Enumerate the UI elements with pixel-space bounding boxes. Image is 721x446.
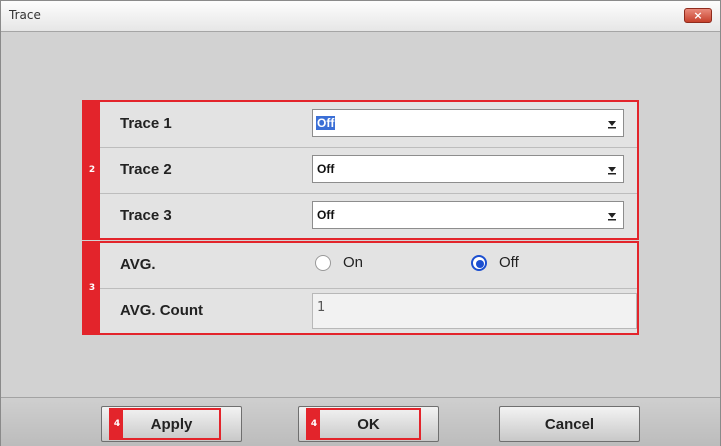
dialog-content: 2 Trace 1 Off Trace 2 Off Trace 3 Off 3 …	[1, 32, 720, 397]
cancel-label: Cancel	[544, 416, 595, 433]
trace-1-dropdown[interactable]: Off	[312, 109, 624, 137]
trace-3-label: Trace 3	[120, 207, 172, 224]
avg-row: AVG. On Off	[100, 243, 637, 289]
cancel-button[interactable]: Cancel	[499, 406, 640, 442]
group-marker-3: 3	[84, 243, 100, 333]
apply-label: Apply	[150, 416, 193, 433]
avg-off-label: Off	[499, 254, 519, 271]
radio-on[interactable]	[315, 254, 331, 271]
trace-3-value: Off	[317, 208, 335, 222]
chevron-down-icon	[608, 167, 616, 175]
trace-2-row: Trace 2 Off	[100, 148, 637, 194]
avg-off-option[interactable]: Off	[471, 254, 519, 271]
avg-label: AVG.	[120, 256, 156, 273]
group-marker-2: 2	[84, 102, 100, 238]
trace-2-label: Trace 2	[120, 161, 172, 178]
ok-label: OK	[357, 416, 380, 433]
radio-off[interactable]	[471, 254, 487, 271]
trace-1-value: Off	[316, 116, 336, 130]
avg-on-label: On	[343, 254, 364, 271]
button-bar: 4 Apply 4 OK Cancel	[1, 397, 720, 446]
trace-1-label: Trace 1	[120, 115, 172, 132]
chevron-down-icon	[608, 121, 616, 129]
avg-count-input[interactable]: 1	[312, 293, 637, 329]
title-bar: Trace ×	[1, 1, 720, 32]
ok-button[interactable]: 4 OK	[298, 406, 439, 442]
avg-on-option[interactable]: On	[315, 254, 363, 271]
trace-3-dropdown[interactable]: Off	[312, 201, 624, 229]
close-icon: ×	[693, 9, 703, 22]
avg-count-row: AVG. Count 1	[100, 289, 637, 335]
avg-settings-group: 3 AVG. On Off AVG. Count 1	[82, 241, 639, 335]
avg-count-value: 1	[317, 300, 326, 315]
window-title: Trace	[9, 8, 41, 22]
trace-1-row: Trace 1 Off	[100, 102, 637, 148]
trace-settings-group: 2 Trace 1 Off Trace 2 Off Trace 3 Off	[82, 100, 639, 240]
close-button[interactable]: ×	[684, 8, 712, 23]
chevron-down-icon	[608, 213, 616, 221]
trace-2-dropdown[interactable]: Off	[312, 155, 624, 183]
trace-2-value: Off	[317, 162, 335, 176]
apply-button[interactable]: 4 Apply	[101, 406, 242, 442]
trace-3-row: Trace 3 Off	[100, 194, 637, 240]
trace-dialog: Trace × 2 Trace 1 Off Trace 2 Off Trace …	[0, 0, 721, 446]
avg-count-label: AVG. Count	[120, 302, 204, 319]
